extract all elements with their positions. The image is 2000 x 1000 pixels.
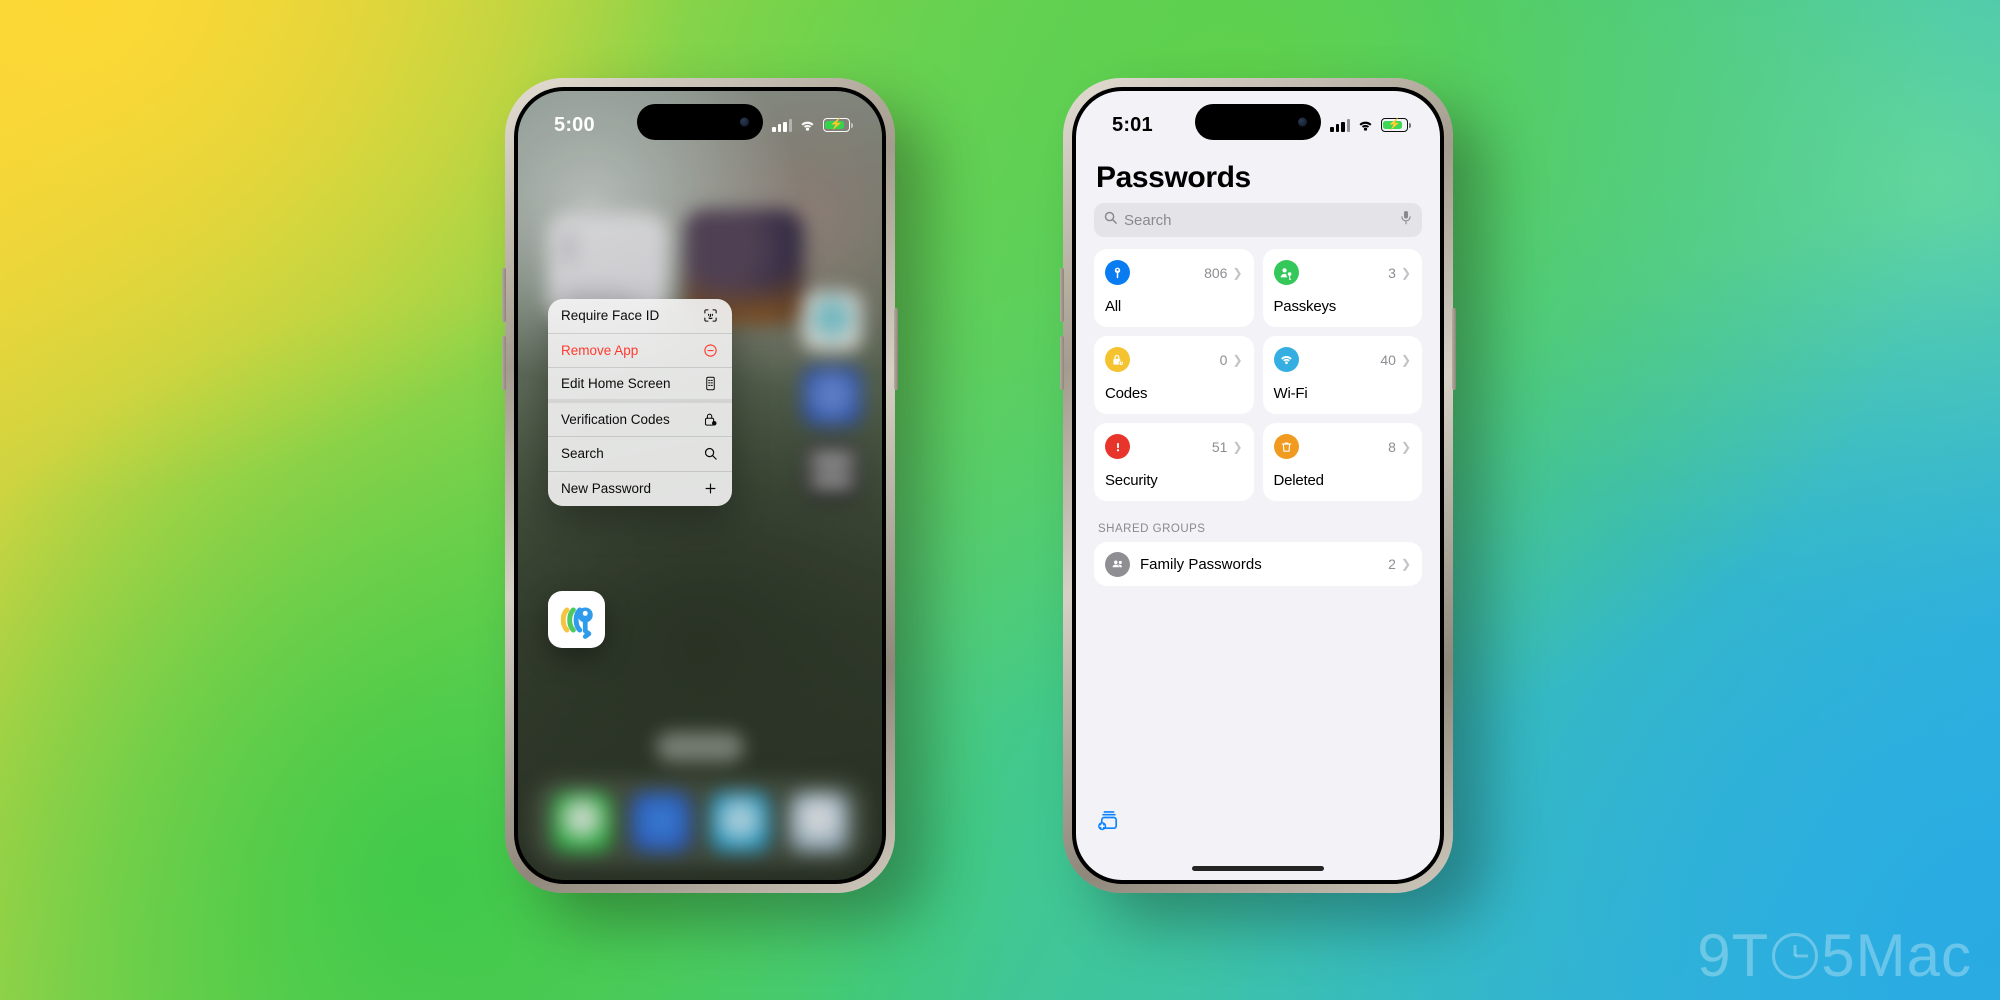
chevron-right-icon: ❯ [1400, 352, 1411, 367]
front-camera-icon [740, 117, 749, 127]
menu-item-verification-codes[interactable]: Verification Codes [548, 403, 732, 437]
menu-item-label: Remove App [561, 342, 639, 358]
volume-up-button[interactable] [502, 268, 506, 322]
exclamation-icon [1105, 434, 1130, 459]
status-time: 5:00 [554, 113, 595, 136]
menu-item-label: New Password [561, 481, 652, 497]
volume-up-button[interactable] [1060, 268, 1064, 322]
battery-charging-icon: ⚡ [1381, 118, 1411, 132]
passwords-app-screen: Passwords Search 806 ❯ All 3 ❯ Passkeys … [1076, 91, 1440, 880]
dynamic-island [1195, 104, 1321, 140]
phone-right: Passwords Search 806 ❯ All 3 ❯ Passkeys … [1060, 78, 1456, 893]
card-all[interactable]: 806 ❯ All [1094, 249, 1254, 327]
menu-item-search[interactable]: Search [548, 437, 732, 472]
card-label: Passkeys [1273, 298, 1337, 315]
passkey-person-icon [1273, 260, 1299, 285]
menu-item-require-face-id[interactable]: Require Face ID [548, 299, 732, 334]
cellular-signal-icon [772, 118, 792, 132]
power-button[interactable] [1452, 308, 1456, 390]
power-button[interactable] [894, 308, 898, 390]
card-count: 3 [1388, 264, 1396, 281]
key-icon [1105, 260, 1130, 285]
home-screen: Require Face ID Remove App Edit Home Scr… [518, 91, 882, 880]
menu-item-label: Edit Home Screen [561, 375, 671, 391]
search-input[interactable]: Search [1094, 203, 1422, 237]
page-title: Passwords [1096, 161, 1251, 194]
card-label: Wi-Fi [1273, 385, 1308, 402]
plus-icon [702, 480, 719, 497]
chevron-right-icon: ❯ [1400, 265, 1411, 280]
card-count: 51 [1211, 438, 1228, 455]
volume-down-button[interactable] [502, 336, 506, 390]
people-group-icon [1105, 551, 1130, 577]
phone-left-bezel: Require Face ID Remove App Edit Home Scr… [514, 87, 886, 884]
app-context-menu: Require Face ID Remove App Edit Home Scr… [548, 299, 732, 506]
chevron-right-icon: ❯ [1232, 265, 1243, 280]
wifi-icon [1273, 347, 1299, 372]
card-label: All [1105, 298, 1122, 315]
watermark-suffix: 5Mac [1821, 922, 1972, 989]
battery-charging-icon: ⚡ [823, 118, 853, 132]
home-indicator [1192, 866, 1324, 871]
status-icons: ⚡ [772, 118, 853, 132]
card-count: 806 [1204, 264, 1228, 281]
clock-icon [1772, 932, 1819, 979]
face-id-icon [702, 307, 719, 324]
card-wifi[interactable]: 40 ❯ Wi-Fi [1262, 336, 1422, 414]
search-placeholder: Search [1124, 211, 1172, 229]
cellular-signal-icon [1330, 118, 1350, 132]
chevron-right-icon: ❯ [1232, 352, 1243, 367]
dynamic-island [637, 104, 763, 140]
phone-right-bezel: Passwords Search 806 ❯ All 3 ❯ Passkeys … [1072, 87, 1444, 884]
card-label: Deleted [1273, 472, 1325, 489]
shared-group-count: 2 [1388, 556, 1396, 572]
card-security[interactable]: 51 ❯ Security [1094, 423, 1254, 501]
card-count: 40 [1380, 351, 1396, 368]
volume-down-button[interactable] [1060, 336, 1064, 390]
menu-item-remove-app[interactable]: Remove App [548, 334, 732, 368]
menu-item-new-password[interactable]: New Password [548, 472, 732, 507]
passwords-app-icon[interactable] [548, 591, 605, 648]
menu-item-edit-home-screen[interactable]: Edit Home Screen [548, 368, 732, 403]
trash-icon [1273, 434, 1299, 459]
minus-circle-icon [702, 342, 719, 359]
status-time: 5:01 [1112, 113, 1153, 136]
shared-group-row-family[interactable]: Family Passwords 2 ❯ [1094, 542, 1422, 586]
chevron-right-icon: ❯ [1232, 439, 1243, 454]
card-label: Codes [1105, 385, 1148, 402]
status-icons: ⚡ [1330, 118, 1411, 132]
front-camera-icon [1298, 117, 1307, 127]
card-count: 8 [1388, 438, 1396, 455]
passwords-content: Passwords Search 806 ❯ All 3 ❯ Passkeys … [1076, 145, 1440, 880]
search-icon [1103, 210, 1118, 230]
card-codes[interactable]: 0 ❯ Codes [1094, 336, 1254, 414]
card-deleted[interactable]: 8 ❯ Deleted [1262, 423, 1422, 501]
shared-group-name: Family Passwords [1140, 555, 1262, 573]
wifi-icon [799, 119, 816, 132]
card-label: Security [1105, 472, 1158, 489]
card-count: 0 [1219, 351, 1228, 368]
microphone-icon[interactable] [1399, 210, 1413, 231]
lock-clock-icon [702, 411, 719, 428]
card-passkeys[interactable]: 3 ❯ Passkeys [1262, 249, 1422, 327]
phone-left: Require Face ID Remove App Edit Home Scr… [502, 78, 898, 893]
search-icon [702, 445, 719, 462]
shared-groups-header: SHARED GROUPS [1098, 523, 1206, 535]
chevron-right-icon: ❯ [1400, 557, 1411, 571]
watermark: 9T 5Mac [1697, 921, 1972, 990]
menu-item-label: Require Face ID [561, 308, 660, 324]
new-shared-group-button[interactable] [1096, 809, 1122, 838]
lock-clock-icon [1105, 347, 1130, 372]
watermark-prefix: 9T [1697, 922, 1770, 989]
wifi-icon [1357, 119, 1374, 132]
category-grid: 806 ❯ All 3 ❯ Passkeys 0 ❯ Codes 40 ❯ Wi… [1076, 249, 1440, 501]
edit-home-icon [702, 375, 719, 392]
chevron-right-icon: ❯ [1400, 439, 1411, 454]
menu-item-label: Search [561, 446, 604, 462]
menu-item-label: Verification Codes [561, 411, 670, 427]
